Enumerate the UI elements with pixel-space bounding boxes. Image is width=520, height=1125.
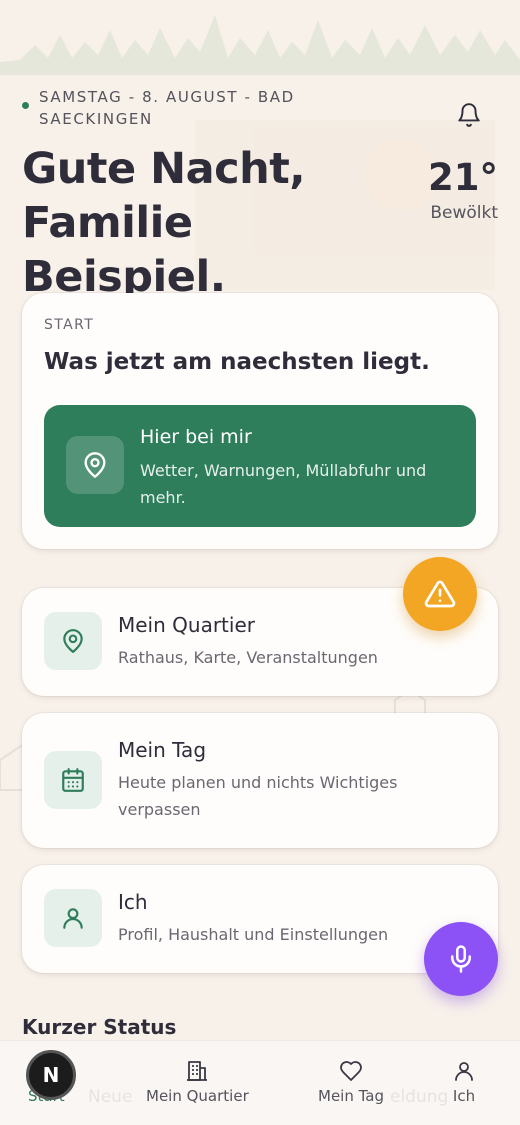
microphone-icon [451, 945, 471, 973]
date-location-header: SAMSTAG - 8. AUGUST - BAD SAECKINGEN [22, 86, 322, 130]
kurzer-status-heading: Kurzer Status [22, 1015, 177, 1039]
mein-quartier-subtitle: Rathaus, Karte, Veranstaltungen [118, 648, 378, 667]
mein-tag-icon-box [44, 751, 102, 809]
mein-quartier-title: Mein Quartier [118, 613, 255, 637]
greeting-line-1: Gute Nacht, [22, 144, 306, 194]
ich-subtitle: Profil, Haushalt und Einstellungen [118, 925, 389, 944]
tab-mein-quartier-label: Mein Quartier [146, 1087, 249, 1105]
start-card-title: Was jetzt am naechsten liegt. [44, 349, 430, 375]
tab-ich-label: Ich [452, 1087, 476, 1105]
heart-icon [340, 1061, 362, 1081]
warning-fab[interactable] [403, 557, 477, 631]
notification-bell-button[interactable] [452, 98, 486, 132]
bell-icon [458, 103, 480, 127]
hier-bei-mir-subtitle: Wetter, Warnungen, Müllabfuhr und mehr. [140, 461, 427, 507]
hier-bei-mir-button[interactable]: Hier bei mir Wetter, Warnungen, Müllabfu… [44, 405, 476, 527]
ghost-status-text-left: Neue [88, 1087, 133, 1107]
hier-bei-mir-icon-box [66, 436, 124, 494]
date-location-text: SAMSTAG - 8. AUGUST - BAD SAECKINGEN [39, 88, 295, 128]
greeting-title: Gute Nacht, Familie Beispiel. [22, 142, 402, 304]
ich-icon-box [44, 889, 102, 947]
mein-tag-card[interactable]: Mein Tag Heute planen und nichts Wichtig… [22, 713, 498, 848]
dev-avatar-button[interactable]: N [26, 1050, 76, 1100]
ich-title: Ich [118, 890, 148, 914]
user-icon [455, 1062, 473, 1081]
ghost-status-text-right: eldung [390, 1087, 449, 1107]
voice-assistant-fab[interactable] [424, 922, 498, 996]
location-pin-icon [84, 452, 106, 478]
status-dot [22, 102, 29, 109]
start-card: START Was jetzt am naechsten liegt. Hier… [22, 293, 498, 549]
tab-mein-tag-label: Mein Tag [318, 1087, 385, 1105]
mein-tag-title: Mein Tag [118, 738, 207, 762]
greeting-line-2: Familie Beispiel. [22, 198, 226, 302]
building-icon [187, 1061, 208, 1081]
tab-mein-quartier[interactable]: Mein Quartier [146, 1059, 249, 1105]
mein-quartier-icon-box [44, 612, 102, 670]
weather-condition: Bewölkt [430, 203, 498, 223]
temperature: 21° [428, 156, 498, 199]
warning-icon [424, 580, 456, 608]
user-icon [63, 908, 83, 929]
tab-ich[interactable]: Ich [452, 1059, 476, 1105]
mein-tag-subtitle: Heute planen und nichts Wichtiges verpas… [118, 773, 398, 819]
bottom-tab-bar: Start Mein Quartier Mein Tag Ich [0, 1040, 520, 1125]
weather-widget[interactable]: 21° Bewölkt [428, 156, 498, 223]
hier-bei-mir-title: Hier bei mir [140, 426, 252, 448]
tab-mein-tag[interactable]: Mein Tag [318, 1059, 384, 1105]
start-eyebrow: START [44, 317, 95, 333]
calendar-icon [62, 768, 84, 792]
location-pin-icon [63, 629, 83, 653]
